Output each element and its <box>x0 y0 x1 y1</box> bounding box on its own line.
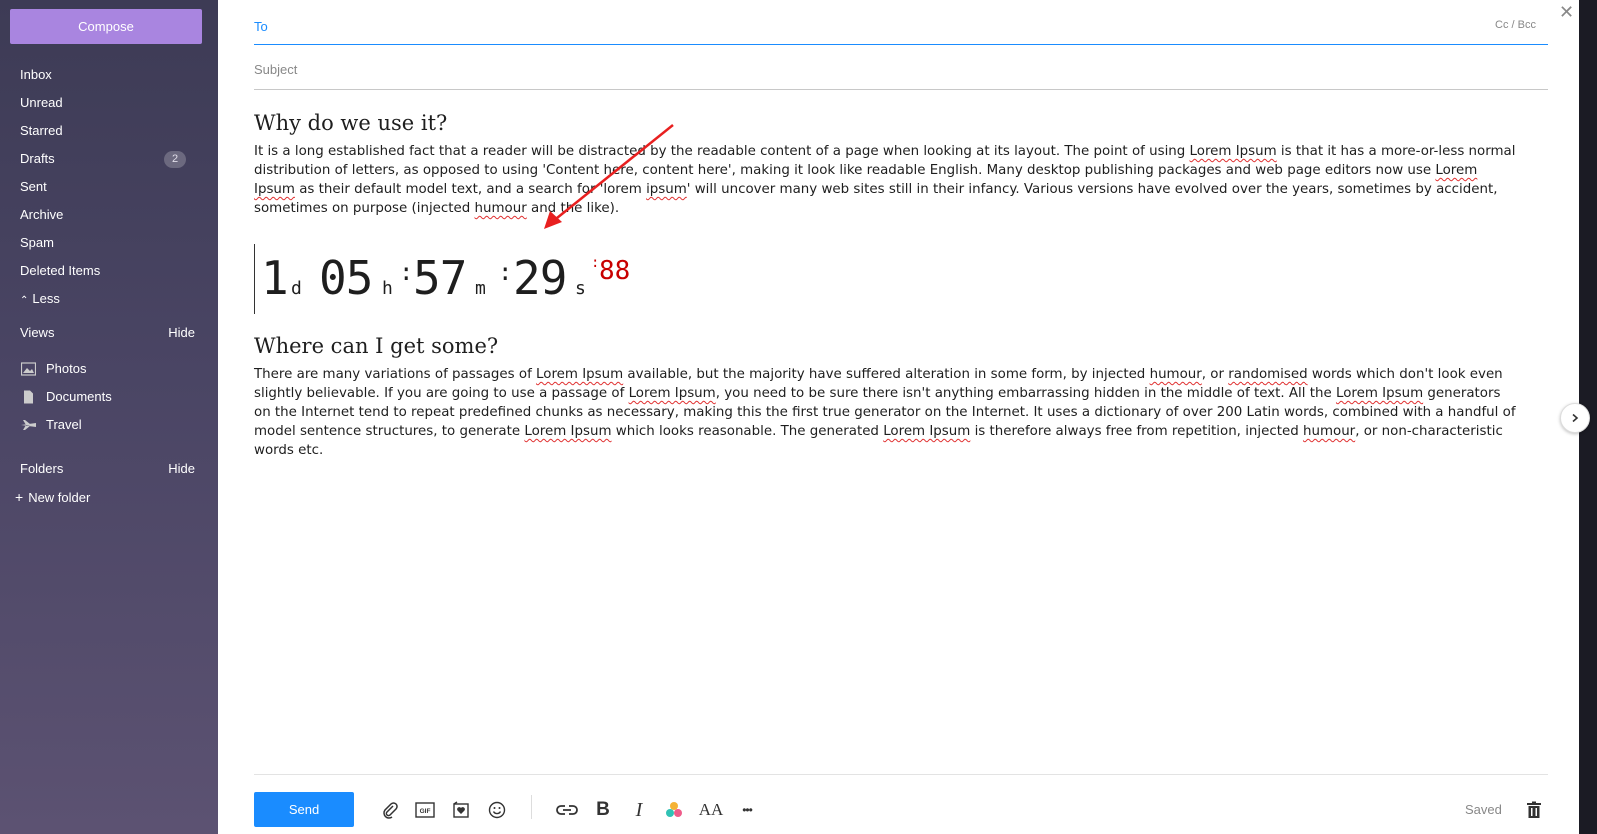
less-toggle[interactable]: ⌃ Less <box>0 285 218 313</box>
document-icon <box>24 390 33 404</box>
countdown-minutes-unit: m <box>475 278 486 299</box>
message-body-lower[interactable]: Where can I get some? There are many var… <box>254 333 1524 460</box>
attachment-icon[interactable] <box>379 799 401 821</box>
body-paragraph-2: There are many variations of passages of… <box>254 367 1516 458</box>
gif-label: GIF <box>420 808 431 815</box>
plus-icon: + <box>15 489 24 505</box>
message-body[interactable]: Why do we use it? It is a long establish… <box>254 110 1524 218</box>
sidebar-item-starred[interactable]: Starred <box>0 117 218 145</box>
body-heading-2: Where can I get some? <box>254 334 499 358</box>
sidebar-item-label: Spam <box>20 235 54 250</box>
link-icon[interactable] <box>556 799 578 821</box>
photo-icon <box>21 362 36 376</box>
countdown-days: 1 <box>261 251 289 305</box>
sidebar-item-label: Deleted Items <box>20 263 101 278</box>
countdown-minutes: 57 <box>413 251 467 305</box>
to-label: To <box>254 19 268 34</box>
new-folder-label: New folder <box>28 490 91 505</box>
views-hide-button[interactable]: Hide <box>168 321 195 345</box>
trash-icon[interactable] <box>1523 799 1545 821</box>
countdown-separator: : <box>399 258 414 286</box>
sidebar: Compose Inbox Unread Starred Drafts 2 Sen… <box>0 0 218 834</box>
less-label: Less <box>32 291 60 306</box>
italic-icon[interactable]: I <box>628 799 650 821</box>
saved-status: Saved <box>1465 802 1502 817</box>
folders-hide-button[interactable]: Hide <box>168 457 195 481</box>
views-title: Views <box>20 325 55 340</box>
sidebar-item-documents[interactable]: Documents <box>0 383 218 411</box>
sidebar-item-unread[interactable]: Unread <box>0 89 218 117</box>
countdown-seconds-unit: s <box>575 278 586 299</box>
sidebar-item-label: Travel <box>46 417 82 432</box>
countdown-hours: 05 <box>319 251 373 305</box>
subject-row <box>254 59 1548 90</box>
views-header: Views Hide <box>0 321 218 345</box>
expand-panel-button[interactable] <box>1560 403 1590 433</box>
sidebar-item-label: Starred <box>20 123 63 138</box>
new-folder-button[interactable]: + New folder <box>0 485 218 509</box>
sidebar-item-label: Sent <box>20 179 47 194</box>
folders-header: Folders Hide <box>0 457 218 481</box>
sidebar-item-sent[interactable]: Sent <box>0 173 218 201</box>
sidebar-item-label: Documents <box>46 389 112 404</box>
countdown-separator: : <box>498 258 513 286</box>
sidebar-item-inbox[interactable]: Inbox <box>0 61 218 89</box>
countdown-days-unit: d <box>291 278 302 299</box>
gif-icon[interactable]: GIF <box>414 799 436 821</box>
sticker-icon[interactable] <box>450 799 472 821</box>
folder-nav: Inbox Unread Starred Drafts 2 Sent Archiv… <box>0 61 218 313</box>
sidebar-item-spam[interactable]: Spam <box>0 229 218 257</box>
folders-title: Folders <box>20 461 64 476</box>
sidebar-item-label: Unread <box>20 95 63 110</box>
body-paragraph-1: It is a long established fact that a rea… <box>254 144 1516 216</box>
text-color-icon[interactable] <box>663 799 685 821</box>
sidebar-item-deleted[interactable]: Deleted Items <box>0 257 218 285</box>
close-icon[interactable]: ✕ <box>1559 3 1575 21</box>
sidebar-item-label: Archive <box>20 207 64 222</box>
sidebar-item-label: Photos <box>46 361 87 376</box>
more-options-icon[interactable]: ••• <box>736 799 758 821</box>
chevron-up-icon: ⌃ <box>20 295 29 306</box>
plane-icon <box>21 420 36 430</box>
sidebar-item-photos[interactable]: Photos <box>0 355 218 383</box>
font-size-icon[interactable]: AA <box>699 799 724 821</box>
countdown-fraction: 88 <box>599 256 631 286</box>
bold-icon[interactable]: B <box>592 799 614 821</box>
emoji-icon[interactable] <box>486 799 508 821</box>
compose-button[interactable]: Compose <box>10 9 202 44</box>
chevron-right-icon <box>1572 413 1579 423</box>
sidebar-item-label: Inbox <box>20 67 52 82</box>
body-heading-1: Why do we use it? <box>254 111 448 135</box>
subject-input[interactable] <box>254 62 1548 77</box>
cc-bcc-toggle[interactable]: Cc / Bcc <box>1495 19 1536 31</box>
sidebar-item-drafts[interactable]: Drafts 2 <box>0 145 218 173</box>
toolbar-divider <box>254 774 1548 775</box>
sidebar-item-label: Drafts <box>20 151 55 166</box>
send-button[interactable]: Send <box>254 792 354 827</box>
drafts-count-badge: 2 <box>164 151 186 168</box>
sidebar-item-travel[interactable]: Travel <box>0 411 218 439</box>
sidebar-item-archive[interactable]: Archive <box>0 201 218 229</box>
toolbar-separator <box>531 795 532 819</box>
countdown-seconds: 29 <box>513 251 567 305</box>
countdown-timer: 1 d 05 h : 57 m : 29 s : 88 <box>254 244 674 314</box>
annotation-arrow <box>544 124 674 229</box>
countdown-hours-unit: h <box>382 278 393 299</box>
to-field[interactable]: To Cc / Bcc <box>254 14 1548 45</box>
